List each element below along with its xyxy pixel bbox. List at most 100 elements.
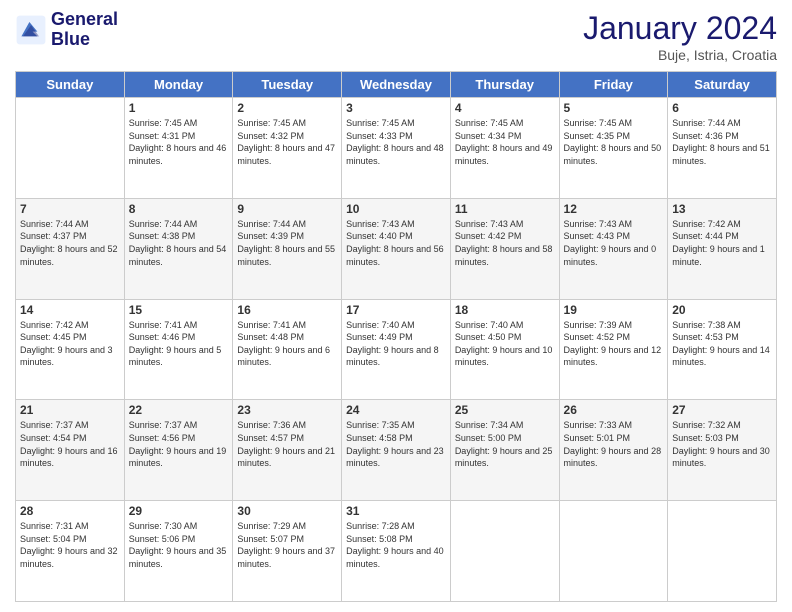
calendar-cell: 13Sunrise: 7:42 AMSunset: 4:44 PMDayligh… — [668, 198, 777, 299]
cell-info: Sunrise: 7:37 AMSunset: 4:56 PMDaylight:… — [129, 419, 229, 469]
weekday-header-saturday: Saturday — [668, 72, 777, 98]
cell-info: Sunrise: 7:45 AMSunset: 4:31 PMDaylight:… — [129, 117, 229, 167]
calendar-cell: 8 Sunrise: 7:44 AMSunset: 4:38 PMDaylight… — [124, 198, 233, 299]
cell-info: Sunrise: 7:42 AMSunset: 4:45 PMDaylight:… — [20, 319, 120, 369]
calendar-cell: 25 Sunrise: 7:34 AMSunset: 5:00 PMDayligh… — [450, 400, 559, 501]
cell-info: Sunrise: 7:35 AMSunset: 4:58 PMDaylight:… — [346, 419, 446, 469]
cell-day-number: 1 — [129, 101, 229, 115]
page: General Blue January 2024 Buje, Istria, … — [0, 0, 792, 612]
week-row-0: 1 Sunrise: 7:45 AMSunset: 4:31 PMDaylight… — [16, 98, 777, 199]
calendar-cell: 27 Sunrise: 7:32 AMSunset: 5:03 PMDayligh… — [668, 400, 777, 501]
subtitle: Buje, Istria, Croatia — [583, 47, 777, 63]
calendar-cell: 16 Sunrise: 7:41 AMSunset: 4:48 PMDayligh… — [233, 299, 342, 400]
cell-info: Sunrise: 7:30 AMSunset: 5:06 PMDaylight:… — [129, 520, 229, 570]
cell-info: Sunrise: 7:40 AMSunset: 4:50 PMDaylight:… — [455, 319, 555, 369]
cell-day-number: 25 — [455, 403, 555, 417]
calendar-cell: 4Sunrise: 7:45 AMSunset: 4:34 PMDaylight… — [450, 98, 559, 199]
weekday-header-wednesday: Wednesday — [342, 72, 451, 98]
weekday-header-row: SundayMondayTuesdayWednesdayThursdayFrid… — [16, 72, 777, 98]
calendar-cell: 20Sunrise: 7:38 AMSunset: 4:53 PMDayligh… — [668, 299, 777, 400]
calendar-cell: 24 Sunrise: 7:35 AMSunset: 4:58 PMDayligh… — [342, 400, 451, 501]
week-row-1: 7 Sunrise: 7:44 AMSunset: 4:37 PMDaylight… — [16, 198, 777, 299]
cell-day-number: 22 — [129, 403, 229, 417]
main-title: January 2024 — [583, 10, 777, 47]
cell-day-number: 10 — [346, 202, 446, 216]
weekday-header-sunday: Sunday — [16, 72, 125, 98]
cell-day-number: 26 — [564, 403, 664, 417]
calendar-cell: 14 Sunrise: 7:42 AMSunset: 4:45 PMDayligh… — [16, 299, 125, 400]
cell-info: Sunrise: 7:45 AMSunset: 4:35 PMDaylight:… — [564, 117, 664, 167]
cell-info: Sunrise: 7:34 AMSunset: 5:00 PMDaylight:… — [455, 419, 555, 469]
calendar-table: SundayMondayTuesdayWednesdayThursdayFrid… — [15, 71, 777, 602]
calendar-cell: 21Sunrise: 7:37 AMSunset: 4:54 PMDayligh… — [16, 400, 125, 501]
weekday-header-thursday: Thursday — [450, 72, 559, 98]
cell-info: Sunrise: 7:29 AMSunset: 5:07 PMDaylight:… — [237, 520, 337, 570]
cell-day-number: 14 — [20, 303, 120, 317]
calendar-cell — [450, 501, 559, 602]
calendar-cell: 31 Sunrise: 7:28 AMSunset: 5:08 PMDayligh… — [342, 501, 451, 602]
cell-info: Sunrise: 7:40 AMSunset: 4:49 PMDaylight:… — [346, 319, 446, 369]
week-row-3: 21Sunrise: 7:37 AMSunset: 4:54 PMDayligh… — [16, 400, 777, 501]
logo-text: General Blue — [51, 10, 118, 50]
cell-day-number: 8 — [129, 202, 229, 216]
calendar-cell: 15 Sunrise: 7:41 AMSunset: 4:46 PMDayligh… — [124, 299, 233, 400]
cell-info: Sunrise: 7:44 AMSunset: 4:38 PMDaylight:… — [129, 218, 229, 268]
logo-icon — [15, 14, 47, 46]
cell-day-number: 16 — [237, 303, 337, 317]
cell-day-number: 19 — [564, 303, 664, 317]
cell-info: Sunrise: 7:39 AMSunset: 4:52 PMDaylight:… — [564, 319, 664, 369]
calendar-cell: 17 Sunrise: 7:40 AMSunset: 4:49 PMDayligh… — [342, 299, 451, 400]
cell-day-number: 27 — [672, 403, 772, 417]
cell-day-number: 21 — [20, 403, 120, 417]
week-row-2: 14 Sunrise: 7:42 AMSunset: 4:45 PMDayligh… — [16, 299, 777, 400]
cell-info: Sunrise: 7:43 AMSunset: 4:40 PMDaylight:… — [346, 218, 446, 268]
calendar-cell: 22 Sunrise: 7:37 AMSunset: 4:56 PMDayligh… — [124, 400, 233, 501]
calendar-cell: 19 Sunrise: 7:39 AMSunset: 4:52 PMDayligh… — [559, 299, 668, 400]
cell-info: Sunrise: 7:31 AMSunset: 5:04 PMDaylight:… — [20, 520, 120, 570]
cell-day-number: 9 — [237, 202, 337, 216]
weekday-header-monday: Monday — [124, 72, 233, 98]
cell-day-number: 3 — [346, 101, 446, 115]
calendar-cell: 12 Sunrise: 7:43 AMSunset: 4:43 PMDayligh… — [559, 198, 668, 299]
calendar-cell: 26Sunrise: 7:33 AMSunset: 5:01 PMDayligh… — [559, 400, 668, 501]
cell-info: Sunrise: 7:44 AMSunset: 4:37 PMDaylight:… — [20, 218, 120, 268]
logo: General Blue — [15, 10, 118, 50]
calendar-cell: 5Sunrise: 7:45 AMSunset: 4:35 PMDaylight… — [559, 98, 668, 199]
calendar-cell — [16, 98, 125, 199]
cell-info: Sunrise: 7:44 AMSunset: 4:39 PMDaylight:… — [237, 218, 337, 268]
cell-day-number: 20 — [672, 303, 772, 317]
calendar-cell: 10 Sunrise: 7:43 AMSunset: 4:40 PMDayligh… — [342, 198, 451, 299]
calendar-cell: 28Sunrise: 7:31 AMSunset: 5:04 PMDayligh… — [16, 501, 125, 602]
cell-info: Sunrise: 7:41 AMSunset: 4:46 PMDaylight:… — [129, 319, 229, 369]
cell-info: Sunrise: 7:32 AMSunset: 5:03 PMDaylight:… — [672, 419, 772, 469]
calendar-cell: 1 Sunrise: 7:45 AMSunset: 4:31 PMDaylight… — [124, 98, 233, 199]
cell-info: Sunrise: 7:43 AMSunset: 4:43 PMDaylight:… — [564, 218, 664, 268]
cell-day-number: 7 — [20, 202, 120, 216]
calendar-cell: 7 Sunrise: 7:44 AMSunset: 4:37 PMDaylight… — [16, 198, 125, 299]
cell-day-number: 12 — [564, 202, 664, 216]
cell-info: Sunrise: 7:45 AMSunset: 4:32 PMDaylight:… — [237, 117, 337, 167]
cell-info: Sunrise: 7:36 AMSunset: 4:57 PMDaylight:… — [237, 419, 337, 469]
cell-day-number: 23 — [237, 403, 337, 417]
calendar-cell: 29 Sunrise: 7:30 AMSunset: 5:06 PMDayligh… — [124, 501, 233, 602]
title-block: January 2024 Buje, Istria, Croatia — [583, 10, 777, 63]
cell-info: Sunrise: 7:44 AMSunset: 4:36 PMDaylight:… — [672, 117, 772, 167]
cell-day-number: 15 — [129, 303, 229, 317]
cell-day-number: 17 — [346, 303, 446, 317]
cell-day-number: 31 — [346, 504, 446, 518]
cell-info: Sunrise: 7:41 AMSunset: 4:48 PMDaylight:… — [237, 319, 337, 369]
cell-info: Sunrise: 7:28 AMSunset: 5:08 PMDaylight:… — [346, 520, 446, 570]
cell-day-number: 11 — [455, 202, 555, 216]
calendar-cell: 9 Sunrise: 7:44 AMSunset: 4:39 PMDaylight… — [233, 198, 342, 299]
cell-day-number: 29 — [129, 504, 229, 518]
cell-day-number: 24 — [346, 403, 446, 417]
weekday-header-friday: Friday — [559, 72, 668, 98]
cell-day-number: 2 — [237, 101, 337, 115]
header: General Blue January 2024 Buje, Istria, … — [15, 10, 777, 63]
calendar-cell: 2 Sunrise: 7:45 AMSunset: 4:32 PMDaylight… — [233, 98, 342, 199]
calendar-cell: 6Sunrise: 7:44 AMSunset: 4:36 PMDaylight… — [668, 98, 777, 199]
cell-info: Sunrise: 7:42 AMSunset: 4:44 PMDaylight:… — [672, 218, 772, 268]
cell-info: Sunrise: 7:45 AMSunset: 4:34 PMDaylight:… — [455, 117, 555, 167]
calendar-cell: 30Sunrise: 7:29 AMSunset: 5:07 PMDayligh… — [233, 501, 342, 602]
calendar-cell: 18Sunrise: 7:40 AMSunset: 4:50 PMDayligh… — [450, 299, 559, 400]
